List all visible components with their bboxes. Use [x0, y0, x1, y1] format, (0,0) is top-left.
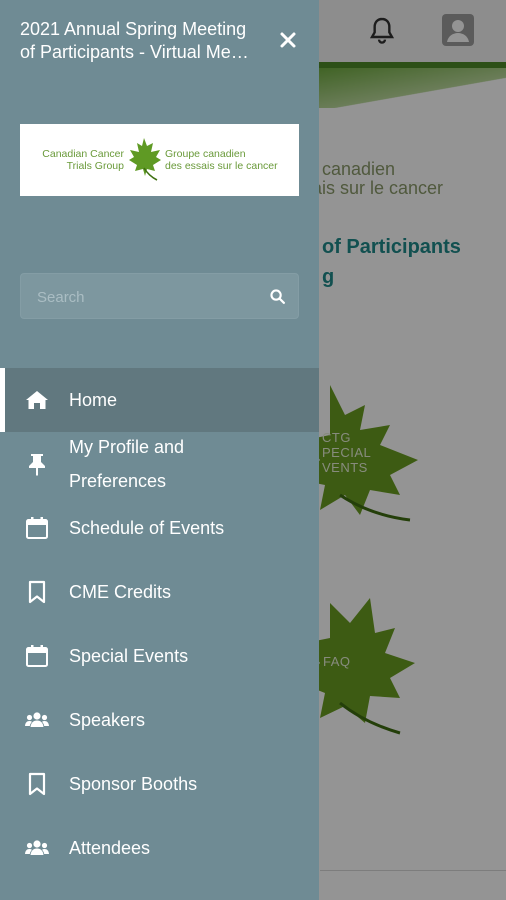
- menu-item-sponsor-booths[interactable]: Sponsor Booths: [0, 752, 319, 816]
- users-icon: [24, 707, 50, 733]
- close-icon: [280, 32, 296, 48]
- search-input[interactable]: [35, 274, 269, 320]
- menu-item-label: Schedule of Events: [69, 518, 225, 538]
- pin-icon: [24, 451, 50, 477]
- menu-item-special-events[interactable]: Special Events: [0, 624, 319, 688]
- bookmark-icon: [24, 771, 50, 797]
- home-icon: [24, 387, 50, 413]
- menu-item-label: Special Events: [69, 646, 189, 666]
- calendar-icon: [24, 515, 50, 541]
- menu-item-label: Home: [69, 390, 118, 410]
- menu-item-label: Attendees: [69, 838, 151, 858]
- menu-item-attendees[interactable]: Attendees: [0, 816, 319, 880]
- logo-english-text: Canadian Cancer Trials Group: [42, 148, 124, 172]
- drawer-menu: Home My Profile and Preferences Schedule…: [0, 368, 319, 880]
- menu-item-label: CME Credits: [69, 582, 172, 602]
- menu-item-home[interactable]: Home: [0, 368, 319, 432]
- organization-logo: Canadian Cancer Trials Group Groupe cana…: [20, 124, 299, 196]
- drawer-title: 2021 Annual Spring Meeting of Participan…: [20, 19, 249, 62]
- logo-french-text: Groupe canadien des essais sur le cancer: [165, 148, 278, 172]
- navigation-drawer: 2021 Annual Spring Meeting of Participan…: [0, 0, 319, 900]
- search-box: [20, 273, 299, 320]
- menu-item-label: Sponsor Booths: [69, 774, 198, 794]
- menu-item-cme-credits[interactable]: CME Credits: [0, 560, 319, 624]
- calendar-icon: [24, 643, 50, 669]
- menu-item-speakers[interactable]: Speakers: [0, 688, 319, 752]
- menu-item-label: Speakers: [69, 710, 146, 730]
- bookmark-icon: [24, 579, 50, 605]
- search-icon[interactable]: [269, 288, 286, 305]
- menu-item-schedule-of-events[interactable]: Schedule of Events: [0, 496, 319, 560]
- users-icon: [24, 835, 50, 861]
- menu-item-my-profile[interactable]: My Profile and Preferences: [0, 432, 319, 496]
- maple-leaf-icon: [129, 138, 161, 181]
- close-drawer-button[interactable]: [276, 28, 300, 52]
- menu-item-label: My Profile and Preferences: [69, 437, 185, 491]
